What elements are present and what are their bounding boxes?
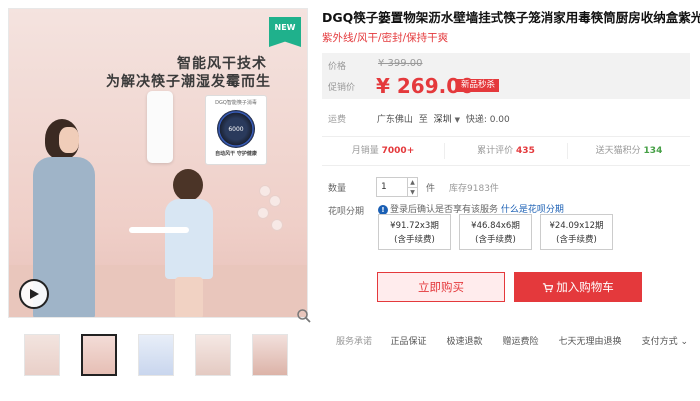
ship-to-city: 深圳 xyxy=(433,115,452,125)
thumbnail-3[interactable] xyxy=(138,334,174,376)
shipping-row: 运费 广东佛山 至 深圳 ▼ 快递: 0.00 xyxy=(328,112,510,125)
add-to-cart-button[interactable]: 加入购物车 xyxy=(514,272,642,302)
ship-to-dropdown[interactable]: 深圳 ▼ xyxy=(434,115,463,125)
service-shipping-insurance[interactable]: 赠运费险 xyxy=(503,334,539,347)
flowers-decoration xyxy=(255,185,285,245)
quantity-row: 数量 1 ▲ ▼ 件 库存9183件 xyxy=(328,176,499,198)
play-video-button[interactable] xyxy=(19,279,49,309)
ship-from: 广东佛山 xyxy=(376,115,413,125)
buy-now-button[interactable]: 立即购买 xyxy=(377,272,505,302)
chevron-down-icon: ⌄ xyxy=(680,336,688,347)
girl-figure xyxy=(159,169,219,317)
thumbnail-strip xyxy=(24,334,294,380)
service-7day-return[interactable]: 七天无理由退换 xyxy=(559,334,622,347)
cart-icon xyxy=(543,283,554,293)
hero-headline: 智能风干技术 xyxy=(177,56,267,72)
quantity-input[interactable]: 1 xyxy=(376,177,408,197)
zoom-icon[interactable] xyxy=(296,308,312,324)
hero-subheadline: 为解决筷子潮湿发霉而生 xyxy=(106,74,271,90)
thumbnail-2[interactable] xyxy=(81,334,117,376)
service-authentic[interactable]: 正品保证 xyxy=(391,334,427,347)
product-subtitle: 紫外线/风干/密封/保持干爽 xyxy=(322,32,449,44)
promo-price-label: 促销价 xyxy=(328,83,356,93)
installment-plan-3[interactable]: ¥91.72x3期 (含手续费) xyxy=(378,214,451,250)
quantity-unit: 件 xyxy=(426,183,436,194)
play-icon xyxy=(30,289,39,299)
payment-methods-dropdown[interactable]: 支付方式 ⌄ xyxy=(642,334,688,347)
image-gallery: NEW 智能风干技术 为解决筷子潮湿发霉而生 DGQ智能筷子消毒 6000 自动… xyxy=(8,8,313,323)
installment-plans: ¥91.72x3期 (含手续费) ¥46.84x6期 (含手续费) ¥24.09… xyxy=(378,214,613,250)
shipping-label: 运费 xyxy=(328,115,347,125)
service-row: 服务承诺 正品保证 极速退款 赠运费险 七天无理由退换 支付方式 ⌄ xyxy=(322,330,694,350)
quantity-stepper[interactable]: ▲ ▼ xyxy=(408,177,418,197)
price-box: 价格 ¥ 399.00 促销价 ¥ 269.00 新品秒杀 xyxy=(322,53,690,99)
original-price: ¥ 399.00 xyxy=(378,58,423,69)
plate xyxy=(129,227,189,233)
express-fee: 快递: 0.00 xyxy=(465,115,510,125)
monthly-sales: 月销量 7000+ xyxy=(322,143,445,159)
chopstick-holder-device xyxy=(147,91,173,163)
stock-count: 库存9183件 xyxy=(449,183,499,194)
chevron-down-icon: ▼ xyxy=(454,116,460,124)
main-product-image[interactable]: NEW 智能风干技术 为解决筷子潮湿发霉而生 DGQ智能筷子消毒 6000 自动… xyxy=(8,8,308,318)
service-fast-refund[interactable]: 极速退款 xyxy=(447,334,483,347)
quantity-label: 数量 xyxy=(328,183,347,194)
reward-points: 送天猫积分 134 xyxy=(595,146,663,156)
ship-to-word: 至 xyxy=(418,115,428,125)
thumbnail-1[interactable] xyxy=(24,334,60,376)
promo-badge: 新品秒杀 xyxy=(457,79,500,92)
service-label: 服务承诺 xyxy=(336,336,373,347)
product-page: NEW 智能风干技术 为解决筷子潮湿发霉而生 DGQ智能筷子消毒 6000 自动… xyxy=(0,0,700,401)
thumbnail-4[interactable] xyxy=(195,334,231,376)
product-title: DGQ筷子篓置物架沥水壁墙挂式筷子笼消家用毒筷筒厨房收纳盒紫光 xyxy=(322,10,700,25)
product-info: DGQ筷子篓置物架沥水壁墙挂式筷子笼消家用毒筷筒厨房收纳盒紫光 紫外线/风干/密… xyxy=(322,8,700,99)
device-display-card: DGQ智能筷子消毒 6000 自动风干 守护健康 xyxy=(205,95,267,165)
original-price-label: 价格 xyxy=(328,62,347,72)
thumbnail-5[interactable] xyxy=(252,334,288,376)
device-dial: 6000 xyxy=(217,110,255,148)
installment-plan-6[interactable]: ¥46.84x6期 (含手续费) xyxy=(459,214,532,250)
total-reviews[interactable]: 累计评价 435 xyxy=(445,143,568,159)
stats-row: 月销量 7000+ 累计评价 435 送天猫积分 134 xyxy=(322,136,690,166)
increase-icon[interactable]: ▲ xyxy=(408,178,417,187)
decrease-icon[interactable]: ▼ xyxy=(408,187,417,197)
installment-plan-12[interactable]: ¥24.09x12期 (含手续费) xyxy=(540,214,613,250)
